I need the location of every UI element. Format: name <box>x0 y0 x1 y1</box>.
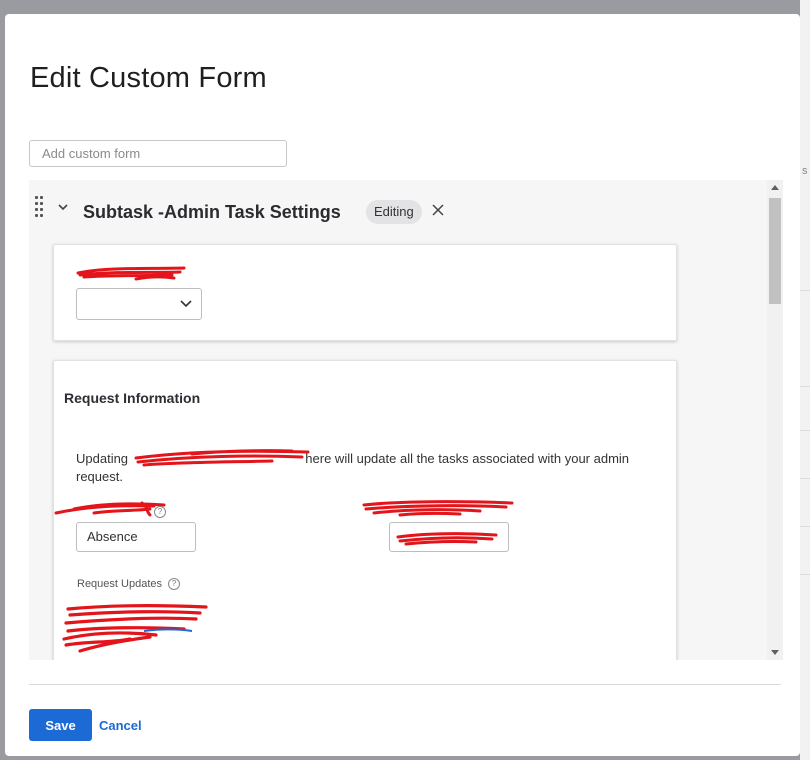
card-heading: Request Information <box>64 390 201 406</box>
field1-input[interactable]: Absence <box>76 522 196 552</box>
chevron-down-icon <box>180 300 192 308</box>
chevron-down-icon[interactable] <box>57 202 69 212</box>
background-text: s <box>802 165 808 177</box>
add-custom-form-input[interactable] <box>29 140 287 167</box>
dialog-title: Edit Custom Form <box>30 62 267 94</box>
scrollbar-thumb[interactable] <box>769 198 781 304</box>
scrollbar[interactable] <box>767 180 783 660</box>
drag-handle-icon[interactable] <box>35 196 45 217</box>
redacted-field-value <box>396 532 498 546</box>
scroll-up-icon[interactable] <box>771 185 779 190</box>
redacted-label <box>76 266 186 281</box>
description-prefix: Updating <box>76 451 129 466</box>
field-dropdown[interactable] <box>76 288 202 320</box>
redacted-field-label <box>362 500 514 517</box>
field-card <box>53 244 677 341</box>
scroll-down-icon[interactable] <box>771 650 779 655</box>
status-badge: Editing <box>366 200 422 224</box>
save-button[interactable]: Save <box>29 709 92 741</box>
redacted-updates <box>62 604 208 653</box>
cancel-button[interactable]: Cancel <box>99 718 142 733</box>
form-scroll-area[interactable]: Subtask -Admin Task Settings Editing Req… <box>29 180 783 660</box>
close-icon[interactable] <box>431 203 445 217</box>
footer-divider <box>29 684 781 685</box>
request-information-card: Request Information Updating here will u… <box>53 360 677 660</box>
background-page: s <box>800 0 810 760</box>
section-title: Subtask -Admin Task Settings <box>83 202 341 222</box>
redacted-field-label <box>54 501 166 517</box>
help-icon[interactable]: ? <box>154 506 166 518</box>
request-updates-label: Request Updates? <box>77 578 180 591</box>
edit-custom-form-dialog: Edit Custom Form Subtask -Admin Task Set… <box>5 14 800 756</box>
redacted-text <box>134 449 310 467</box>
help-icon[interactable]: ? <box>168 578 180 591</box>
